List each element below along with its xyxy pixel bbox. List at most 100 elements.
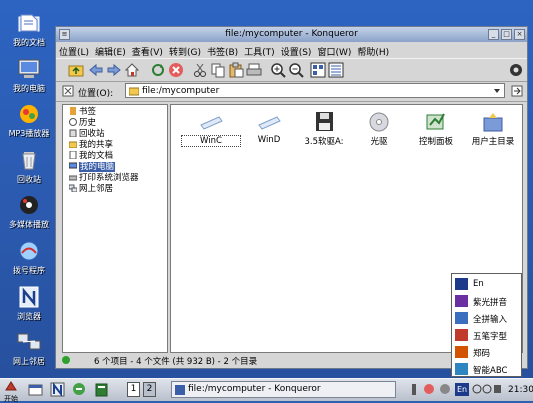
minimize-icon[interactable]: _ bbox=[488, 29, 499, 40]
network-tray-icon[interactable] bbox=[439, 383, 451, 395]
multimedia-icon bbox=[20, 196, 38, 214]
tree-item-bookmarks[interactable]: 书签 bbox=[69, 107, 96, 118]
chevron-down-icon[interactable] bbox=[493, 87, 501, 95]
clear-location-icon[interactable] bbox=[62, 85, 74, 97]
book-icon[interactable] bbox=[94, 382, 109, 397]
documents-icon bbox=[69, 151, 77, 159]
desktop-icon-multimedia[interactable]: 多媒体播放 bbox=[2, 194, 56, 230]
location-bar: 位置(O): file:/mycomputer bbox=[56, 81, 527, 102]
menu-window[interactable]: 窗口(W) bbox=[314, 43, 354, 58]
desktop-icon-browser[interactable]: 浏览器 bbox=[2, 286, 56, 322]
window-titlebar[interactable]: ≡ file:/mycomputer - Konqueror _ □ × bbox=[56, 27, 527, 42]
detail-view-icon[interactable] bbox=[328, 62, 344, 78]
wubi-icon bbox=[455, 329, 468, 341]
messenger-icon[interactable] bbox=[72, 382, 87, 397]
menu-bookmarks[interactable]: 书签(B) bbox=[204, 43, 241, 58]
file-label: WinD bbox=[257, 135, 281, 145]
paste-icon[interactable] bbox=[228, 62, 244, 78]
control-panel-icon bbox=[426, 113, 445, 130]
file-item-home[interactable]: 用户主目录 bbox=[463, 111, 523, 147]
zoom-in-icon[interactable] bbox=[270, 62, 286, 78]
tree-item-history[interactable]: 历史 bbox=[69, 118, 96, 129]
desktop-icon-documents[interactable]: 我的文档 bbox=[2, 12, 56, 48]
ime-item-wubi[interactable]: 五笔字型 bbox=[454, 327, 520, 343]
close-icon[interactable]: × bbox=[514, 29, 525, 40]
tree-item-documents[interactable]: 我的文档 bbox=[69, 151, 113, 162]
up-folder-icon[interactable] bbox=[68, 62, 84, 78]
desktop-pager-2[interactable]: 2 bbox=[143, 382, 156, 397]
tree-item-network[interactable]: 网上邻居 bbox=[69, 184, 113, 195]
desktop-icon-network[interactable]: 网上邻居 bbox=[2, 331, 56, 367]
cdrom-icon bbox=[369, 112, 389, 132]
desktop-icon-label: 网上邻居 bbox=[13, 357, 45, 366]
menu-settings[interactable]: 设置(S) bbox=[278, 43, 315, 58]
ime-item-ziguang[interactable]: 紫光拼音 bbox=[454, 293, 520, 309]
tree-item-printers[interactable]: 打印系统浏览器 bbox=[69, 173, 139, 184]
copy-icon[interactable] bbox=[210, 62, 226, 78]
clock: 21:30 bbox=[508, 385, 533, 395]
menu-edit[interactable]: 编辑(E) bbox=[92, 43, 129, 58]
print-icon[interactable] bbox=[246, 62, 262, 78]
file-item-winc[interactable]: WinC bbox=[181, 111, 241, 147]
audio-icon[interactable] bbox=[408, 383, 420, 396]
browser-icon[interactable] bbox=[50, 382, 65, 397]
location-field[interactable]: file:/mycomputer bbox=[125, 83, 505, 98]
power-icon[interactable] bbox=[423, 383, 435, 395]
stop-icon[interactable] bbox=[168, 62, 184, 78]
en-icon bbox=[455, 278, 468, 290]
browser-icon bbox=[19, 286, 39, 308]
input-method-menu: En 紫光拼音 全拼输入 五笔字型 郑码 智能ABC bbox=[451, 273, 522, 377]
home-icon[interactable] bbox=[124, 62, 140, 78]
computer-icon bbox=[69, 162, 77, 169]
forward-arrow-icon[interactable] bbox=[106, 62, 122, 78]
start-icon bbox=[5, 381, 17, 391]
icon-view-icon[interactable] bbox=[310, 62, 326, 78]
tree-item-mycomputer[interactable]: 我的电脑 bbox=[69, 162, 116, 173]
desktop-icon-mp3[interactable]: MP3播放器 bbox=[2, 103, 56, 139]
window-list-icon[interactable] bbox=[28, 382, 43, 397]
konqueror-icon bbox=[175, 385, 185, 395]
printer-icon bbox=[69, 175, 77, 181]
ime-tray-indicator[interactable]: En bbox=[455, 383, 469, 396]
desktop-pager-1[interactable]: 1 bbox=[127, 382, 140, 397]
ziguang-icon bbox=[455, 295, 468, 307]
location-value: file:/mycomputer bbox=[142, 86, 220, 96]
maximize-icon[interactable]: □ bbox=[501, 29, 512, 40]
task-konqueror[interactable]: file:/mycomputer - Konqueror bbox=[171, 381, 396, 398]
desktop-icon-label: 多媒体播放 bbox=[9, 220, 49, 229]
back-arrow-icon[interactable] bbox=[88, 62, 104, 78]
menu-location[interactable]: 位置(L) bbox=[56, 43, 92, 58]
ime-item-abc[interactable]: 智能ABC bbox=[454, 361, 520, 377]
share-folder-icon bbox=[69, 141, 77, 148]
cut-icon[interactable] bbox=[192, 62, 208, 78]
file-label: 控制面板 bbox=[418, 137, 453, 147]
file-item-wind[interactable]: WinD bbox=[239, 111, 299, 145]
bookmark-icon bbox=[70, 107, 76, 115]
tree-item-trash[interactable]: 回收站 bbox=[69, 129, 105, 140]
ime-item-zhengma[interactable]: 郑码 bbox=[454, 344, 520, 360]
menu-help[interactable]: 帮助(H) bbox=[354, 43, 392, 58]
desktop: 我的文档 我的电脑 MP3播放器 回收站 多媒体播放 拨号程序 浏览器 网上邻居… bbox=[0, 0, 533, 378]
file-item-control-panel[interactable]: 控制面板 bbox=[406, 111, 466, 147]
reload-icon[interactable] bbox=[150, 62, 166, 78]
desktop-icon-dialer[interactable]: 拨号程序 bbox=[2, 240, 56, 276]
file-label: 3.5软驱A: bbox=[304, 137, 344, 147]
menubar: 位置(L) 编辑(E) 查看(V) 转到(G) 书签(B) 工具(T) 设置(S) 窗口(W)… bbox=[56, 43, 527, 58]
ime-item-en[interactable]: En bbox=[454, 276, 520, 292]
desktop-icon-computer[interactable]: 我的电脑 bbox=[2, 58, 56, 94]
file-item-cdrom[interactable]: 光驱 bbox=[349, 111, 409, 147]
ime-item-quanpin[interactable]: 全拼输入 bbox=[454, 310, 520, 326]
window-title: file:/mycomputer - Konqueror bbox=[225, 29, 358, 39]
go-icon[interactable] bbox=[511, 85, 523, 97]
ime-status-icon[interactable] bbox=[472, 384, 502, 395]
konqueror-gear-icon bbox=[510, 64, 522, 76]
menu-tools[interactable]: 工具(T) bbox=[241, 43, 278, 58]
quanpin-icon bbox=[455, 312, 468, 324]
documents-icon bbox=[18, 14, 40, 32]
tree-item-shares[interactable]: 我的共享 bbox=[69, 140, 113, 151]
file-item-floppy[interactable]: 3.5软驱A: bbox=[294, 111, 354, 147]
menu-go[interactable]: 转到(G) bbox=[166, 43, 204, 58]
menu-view[interactable]: 查看(V) bbox=[129, 43, 166, 58]
zoom-out-icon[interactable] bbox=[288, 62, 304, 78]
desktop-icon-trash[interactable]: 回收站 bbox=[2, 149, 56, 185]
